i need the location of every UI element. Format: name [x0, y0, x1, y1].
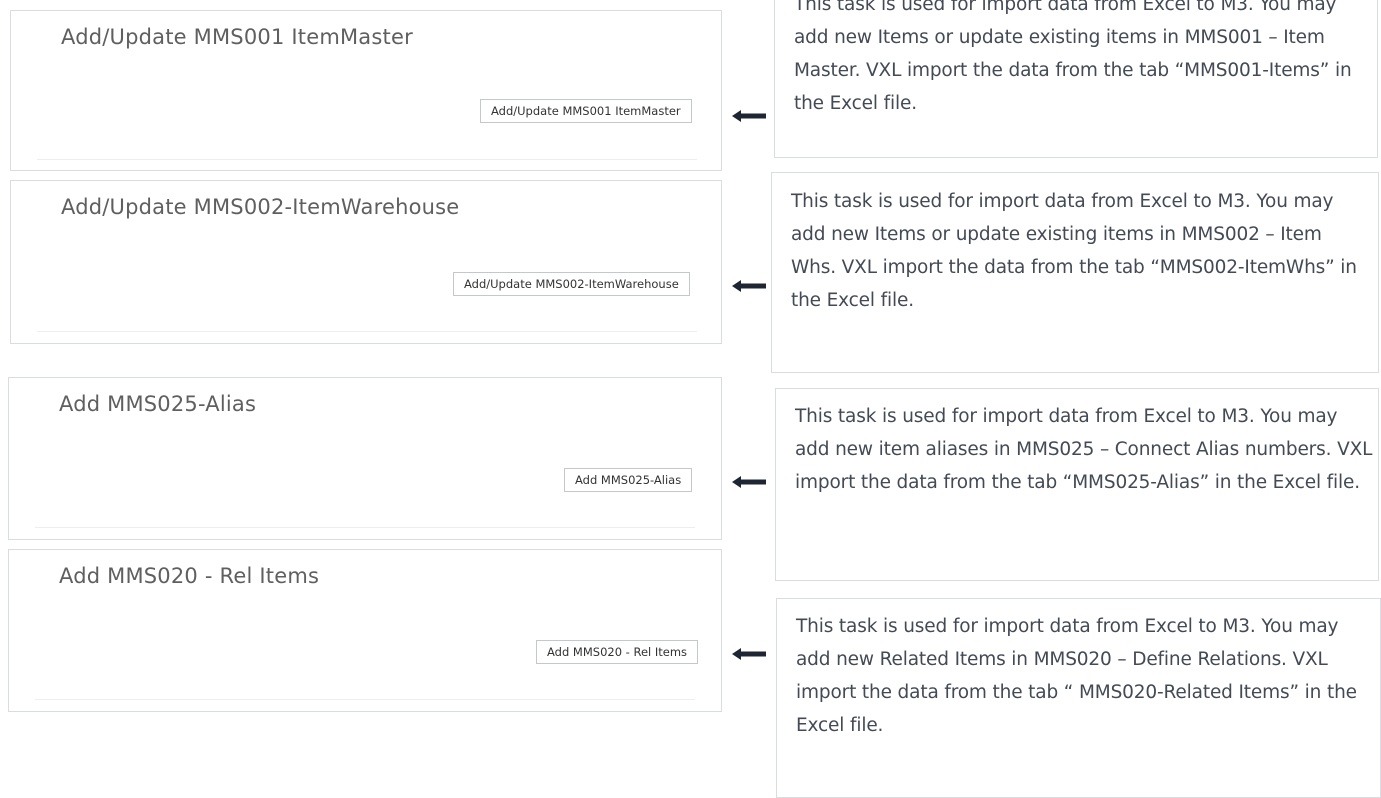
panel-title: Add/Update MMS001 ItemMaster: [61, 25, 413, 49]
task-panel-mms025: Add MMS025-Alias Add MMS025-Alias: [8, 377, 722, 540]
description-note-mms001: This task is used for import data from E…: [774, 0, 1378, 158]
panel-title: Add/Update MMS002-ItemWarehouse: [61, 195, 460, 219]
task-panel-mms001: Add/Update MMS001 ItemMaster Add/Update …: [10, 10, 722, 171]
note-text: This task is used for import data from E…: [791, 191, 1357, 311]
add-mms020-rel-items-button[interactable]: Add MMS020 - Rel Items: [536, 640, 699, 664]
add-mms025-alias-button[interactable]: Add MMS025-Alias: [564, 468, 693, 492]
note-text: This task is used for import data from E…: [796, 616, 1357, 736]
divider: [37, 331, 697, 332]
arrow-left-icon: [732, 110, 766, 122]
panel-title: Add MMS025-Alias: [59, 392, 257, 416]
panel-title: Add MMS020 - Rel Items: [59, 564, 320, 588]
description-note-mms002: This task is used for import data from E…: [771, 172, 1379, 373]
task-panel-mms002: Add/Update MMS002-ItemWarehouse Add/Upda…: [10, 180, 722, 344]
task-panel-mms020: Add MMS020 - Rel Items Add MMS020 - Rel …: [8, 549, 722, 712]
divider: [35, 527, 695, 528]
arrow-left-icon: [732, 648, 766, 660]
arrow-left-icon: [732, 280, 766, 292]
divider: [35, 699, 695, 700]
add-update-mms002-button[interactable]: Add/Update MMS002-ItemWarehouse: [453, 272, 690, 296]
divider: [37, 159, 697, 160]
description-note-mms025: This task is used for import data from E…: [775, 388, 1379, 581]
add-update-mms001-button[interactable]: Add/Update MMS001 ItemMaster: [480, 99, 692, 123]
note-text: This task is used for import data from E…: [794, 0, 1352, 114]
arrow-left-icon: [732, 476, 766, 488]
description-note-mms020: This task is used for import data from E…: [776, 598, 1381, 798]
note-text: This task is used for import data from E…: [795, 406, 1373, 493]
